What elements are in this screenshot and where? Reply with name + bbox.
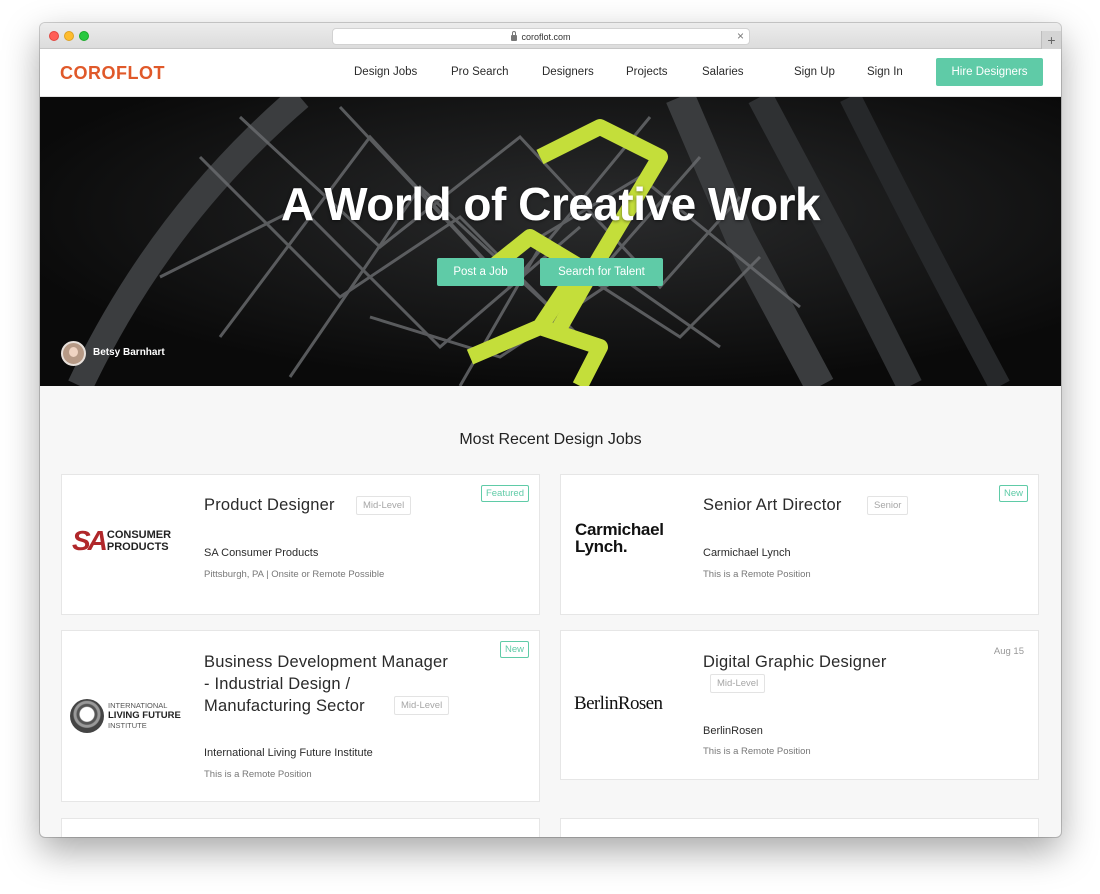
section-title: Most Recent Design Jobs	[459, 431, 642, 448]
nav-projects[interactable]: Projects	[626, 66, 668, 78]
logo-text: PRODUCTS	[106, 541, 169, 553]
job-location: This is a Remote Position	[204, 769, 312, 780]
posted-date: Aug 15	[993, 646, 1024, 657]
nav-sign-in[interactable]: Sign In	[867, 66, 903, 78]
company-logo: SA CONSUMER PRODUCTS	[72, 525, 171, 557]
coroflot-logo[interactable]: COROFLOT	[60, 63, 165, 84]
logo-text: LIVING FUTURE	[108, 710, 181, 721]
nav-salaries[interactable]: Salaries	[702, 66, 744, 78]
nav-pro-search[interactable]: Pro Search	[451, 66, 509, 78]
level-badge: Mid-Level	[356, 496, 412, 515]
level-badge: Mid-Level	[710, 674, 766, 693]
job-title[interactable]: Senior Art Director	[703, 494, 842, 516]
job-card[interactable]: BerlinRosen Digital Graphic Designer Mid…	[560, 630, 1039, 780]
hero-title: A World of Creative Work	[280, 178, 821, 230]
company-logo: BerlinRosen	[574, 693, 663, 714]
job-card[interactable]	[560, 818, 1039, 837]
job-card[interactable]: INTERNATIONAL LIVING FUTURE INSTITUTE Bu…	[61, 630, 540, 802]
close-window-icon[interactable]	[49, 31, 59, 41]
nav-designers[interactable]: Designers	[542, 66, 594, 78]
company-name[interactable]: International Living Future Institute	[204, 747, 373, 759]
new-badge: New	[499, 641, 529, 658]
job-title[interactable]: Digital Graphic Designer	[703, 651, 887, 673]
new-tab-icon[interactable]: +	[1041, 31, 1061, 49]
clear-url-icon[interactable]: ×	[737, 29, 744, 43]
zoom-window-icon[interactable]	[79, 31, 89, 41]
job-title[interactable]: Product Designer	[204, 494, 335, 516]
job-location: This is a Remote Position	[703, 746, 811, 757]
address-bar[interactable]: coroflot.com ×	[332, 28, 750, 45]
search-talent-button[interactable]: Search for Talent	[540, 258, 663, 286]
credit-avatar[interactable]	[61, 341, 86, 366]
job-location: This is a Remote Position	[703, 569, 811, 580]
hero-background-image	[40, 97, 1061, 386]
lock-icon	[511, 30, 518, 41]
browser-window: coroflot.com × + COROFLOT Design Jobs Pr…	[40, 23, 1061, 837]
credit-name[interactable]: Betsy Barnhart	[93, 347, 165, 358]
logo-text: INSTITUTE	[108, 721, 147, 730]
company-logo: Carmichael Lynch.	[575, 521, 664, 555]
job-card[interactable]: SA CONSUMER PRODUCTS Product Designer Mi…	[61, 474, 540, 615]
company-name[interactable]: Carmichael Lynch	[703, 547, 791, 559]
logo-text: Lynch.	[575, 537, 628, 556]
url-text: coroflot.com	[521, 31, 571, 42]
post-job-button[interactable]: Post a Job	[437, 258, 524, 286]
nav-design-jobs[interactable]: Design Jobs	[354, 66, 417, 78]
hire-designers-button[interactable]: Hire Designers	[936, 58, 1043, 86]
hero-banner: A World of Creative Work Post a Job Sear…	[40, 97, 1061, 386]
featured-badge: Featured	[480, 485, 529, 502]
company-name[interactable]: BerlinRosen	[703, 725, 763, 737]
company-logo: INTERNATIONAL LIVING FUTURE INSTITUTE	[70, 699, 181, 733]
nav-sign-up[interactable]: Sign Up	[794, 66, 835, 78]
tree-icon	[70, 699, 104, 733]
new-badge: New	[998, 485, 1028, 502]
site-header: COROFLOT Design Jobs Pro Search Designer…	[40, 49, 1061, 97]
logo-mark: SA	[72, 525, 108, 556]
minimize-window-icon[interactable]	[64, 31, 74, 41]
logo-text: Carmichael	[575, 520, 664, 539]
logo-text: CONSUMER	[106, 529, 172, 541]
job-card[interactable]	[61, 818, 540, 837]
level-badge: Senior	[867, 496, 909, 515]
company-name[interactable]: SA Consumer Products	[204, 547, 318, 559]
browser-titlebar: coroflot.com × +	[40, 23, 1061, 49]
level-badge: Mid-Level	[394, 696, 450, 715]
job-location: Pittsburgh, PA | Onsite or Remote Possib…	[204, 569, 385, 580]
job-card[interactable]: Carmichael Lynch. Senior Art Director Se…	[560, 474, 1039, 615]
